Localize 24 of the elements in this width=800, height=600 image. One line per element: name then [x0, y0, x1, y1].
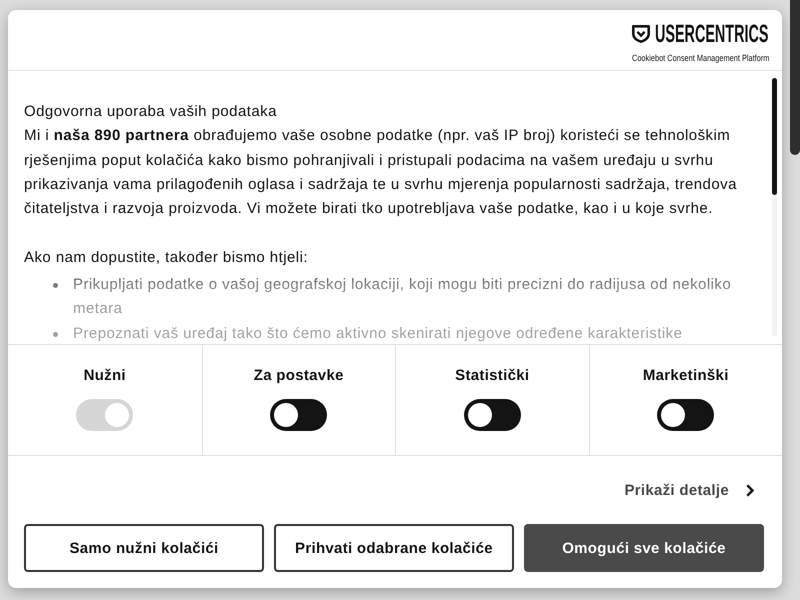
toggle-switch[interactable]	[657, 399, 714, 431]
category-label: Za postavke	[254, 367, 344, 385]
bullet-icon	[53, 283, 58, 288]
purposes-intro: Ako nam dopustite, također bismo htjeli:	[24, 248, 309, 268]
category-label: Statistički	[455, 367, 530, 385]
consent-button[interactable]: Samo nužni kolačići	[24, 524, 264, 572]
toggle-switch[interactable]	[464, 399, 521, 431]
shield-check-icon	[632, 24, 650, 42]
toggle-switch[interactable]	[270, 399, 328, 431]
bullet-icon	[53, 332, 58, 337]
consent-button[interactable]: Prihvati odabrane kolačiće	[274, 524, 514, 572]
purpose-text: Prepoznati vaš uređaj tako što ćemo aktivno skenirati njegove određene karakteristike	[73, 324, 684, 344]
brand-tagline: Cookiebot Consent Management Platform	[632, 52, 770, 62]
intro-paragraph: Mi i naša 890 partnera obrađujemo vaše osobne podatke (npr. vaš IP broj) koristeći se tehnološkim rješenjima poput kolačića kako bismo pohranjivali i pristupali podacima na vašem uređaju u svrhu prikazivanja vama prilagođenih oglasa i sadržaja te u svrhu mjerenja popularnosti sadržaja, trendova čitateljstva i razvoja proizvoda. Vi možete birati tko upotrebljava vaše podatke, kao i u koje svrhe.	[24, 126, 738, 220]
brand-wordmark: USERCENTRICS	[655, 22, 768, 44]
category-label: Nužni	[84, 367, 126, 385]
section-title: Odgovorna uporaba vaših podataka	[24, 102, 278, 122]
show-details-link[interactable]: Prikaži detalje	[624, 482, 754, 498]
purpose-text: Prikupljati podatke o vašoj geografskoj lokaciji, koji mogu biti precizni do radijusa od nekoliko metara	[73, 275, 732, 320]
chevron-right-icon	[746, 484, 754, 496]
category-label: Marketinški	[642, 367, 729, 385]
scrollbar-thumb[interactable]	[772, 78, 777, 195]
consent-button[interactable]: Omogući sve kolačiće	[524, 524, 764, 572]
page-scrollbar-thumb[interactable]	[790, 0, 800, 155]
